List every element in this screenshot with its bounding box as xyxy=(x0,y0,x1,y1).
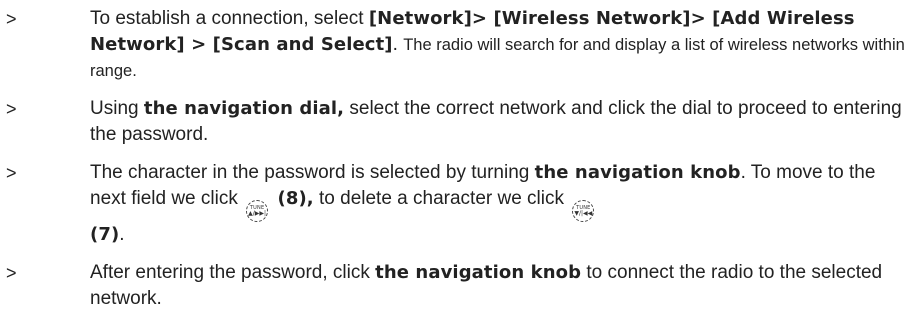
list-marker: > xyxy=(6,163,17,183)
instruction-list: > To establish a connection, select [Net… xyxy=(0,0,913,334)
list-item: > Using the navigation dial, select the … xyxy=(0,96,913,148)
list-item-text: After entering the password, click the n… xyxy=(90,260,905,312)
list-item: > To establish a connection, select [Net… xyxy=(0,6,913,84)
list-item: > The character in the password is selec… xyxy=(0,160,913,248)
plain-text: . xyxy=(119,224,125,245)
list-item-text: The character in the password is selecte… xyxy=(90,160,905,248)
list-item-text: Using the navigation dial, select the co… xyxy=(90,96,905,148)
list-marker: > xyxy=(6,9,17,29)
list-item-text: To establish a connection, select [Netwo… xyxy=(90,6,905,84)
list-item: > After entering the password, click the… xyxy=(0,260,913,312)
list-marker: > xyxy=(6,263,17,283)
plain-text: The character in the password is selecte… xyxy=(90,162,535,183)
bold-term: the navigation knob xyxy=(375,262,582,283)
tune-forward-button-icon: TUNE ▲/▶▶| xyxy=(246,200,269,222)
plain-text: Using xyxy=(90,98,144,119)
plain-text: to delete a character we click xyxy=(313,188,570,209)
bold-term: the navigation dial, xyxy=(143,98,345,119)
bold-term: the navigation knob xyxy=(534,162,741,183)
button-number: (8), xyxy=(271,188,314,209)
plain-text: . xyxy=(392,34,404,55)
plain-text: To establish a connection, select xyxy=(90,8,369,29)
tune-back-button-icon: TUNE ▼/|◀◀ xyxy=(572,200,595,222)
plain-text: After entering the password, click xyxy=(90,262,376,283)
button-number: (7) xyxy=(90,224,120,245)
list-marker: > xyxy=(6,99,17,119)
